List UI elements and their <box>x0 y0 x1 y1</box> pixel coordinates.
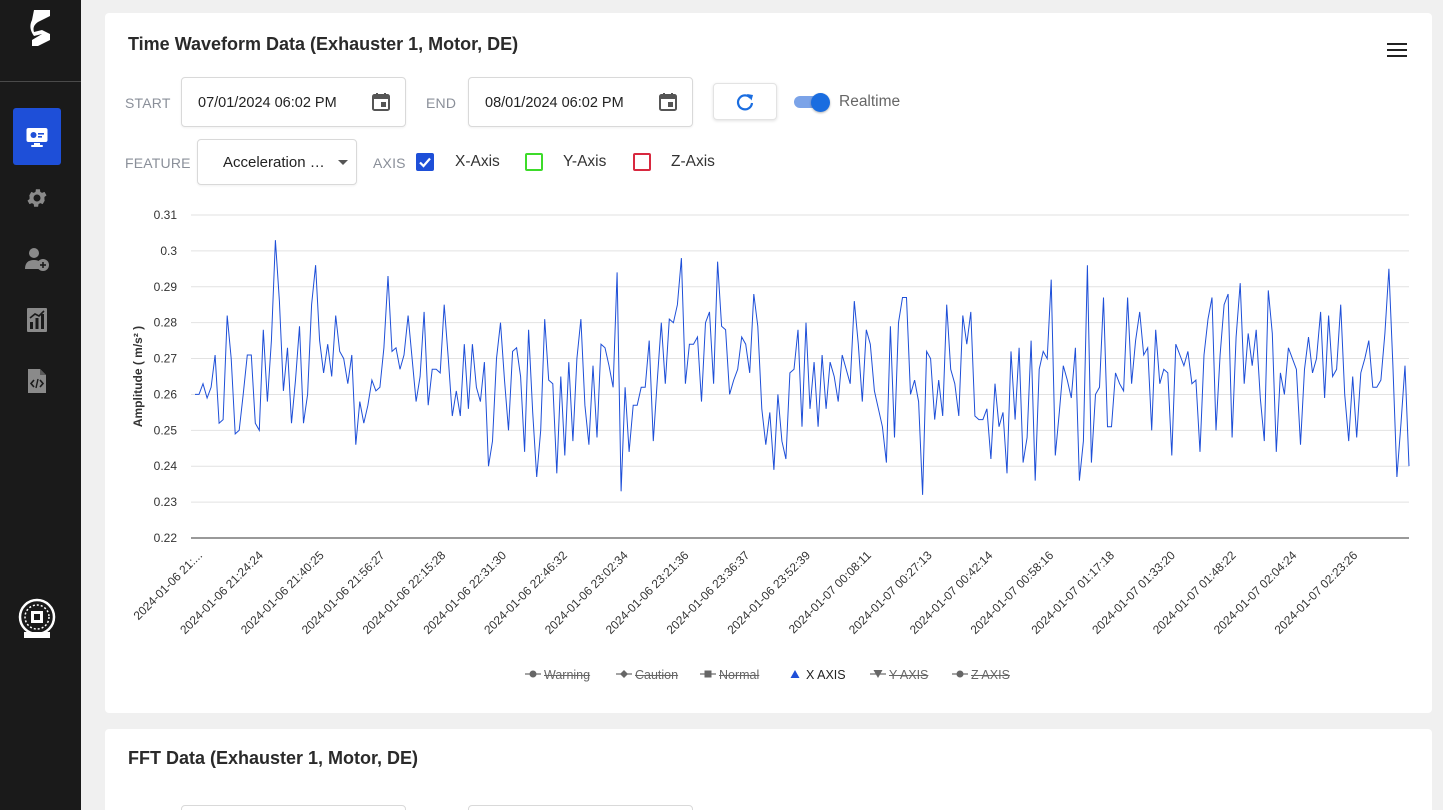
y-tick-label: 0.23 <box>154 495 178 509</box>
feature-select-value: Acceleration (m/s²) <box>223 154 328 171</box>
legend-item-caution[interactable]: Caution <box>616 667 678 682</box>
y-tick-label: 0.3 <box>160 244 177 258</box>
chevron-down-icon <box>338 160 348 165</box>
z-axis-checkbox[interactable] <box>633 153 651 171</box>
refresh-button[interactable] <box>713 83 777 120</box>
sidebar-item-reports[interactable] <box>13 291 61 348</box>
x-axis-label[interactable]: X-Axis <box>455 153 500 171</box>
end-date-field[interactable]: 08/01/2024 06:02 PM <box>468 77 693 127</box>
waveform-chart: 0.22 0.23 0.24 0.25 0.26 0.27 0.28 0.29 0.3 0.31 A… <box>131 208 1410 637</box>
chart-menu-icon[interactable] <box>1387 43 1407 57</box>
fft-card: FFT Data (Exhauster 1, Motor, DE) <box>105 729 1432 810</box>
y-tick-label: 0.31 <box>154 208 178 222</box>
realtime-toggle[interactable] <box>794 93 832 112</box>
refresh-icon <box>736 93 754 110</box>
check-icon <box>419 157 431 168</box>
legend-label: Warning <box>544 668 591 682</box>
y-axis-label[interactable]: Y-Axis <box>563 153 606 171</box>
waveform-title: Time Waveform Data (Exhauster 1, Motor, … <box>128 34 519 54</box>
start-label: START <box>125 95 171 111</box>
legend-item-normal[interactable]: Normal <box>700 667 759 682</box>
y-tick-label: 0.25 <box>154 423 178 437</box>
legend-item-x-axis[interactable]: X AXIS <box>787 667 846 682</box>
y-tick-label: 0.29 <box>154 280 178 294</box>
y-tick-label: 0.22 <box>154 531 178 545</box>
y-tick-label: 0.27 <box>154 352 178 366</box>
axis-label: AXIS <box>373 155 406 171</box>
legend-marker-icon <box>616 670 632 678</box>
sidebar <box>0 0 81 810</box>
gear-icon <box>27 188 47 207</box>
realtime-label: Realtime <box>839 93 901 110</box>
sidebar-item-add-user[interactable] <box>13 230 61 287</box>
legend-marker-icon <box>952 670 968 678</box>
fft-end-date-field[interactable] <box>468 805 693 810</box>
end-label: END <box>426 95 457 111</box>
legend-label: Z AXIS <box>971 668 1010 682</box>
feature-select[interactable]: Acceleration (m/s²) <box>197 139 357 185</box>
app-logo-icon[interactable] <box>24 8 56 48</box>
legend-item-warning[interactable]: Warning <box>525 667 590 682</box>
legend-item-y-axis[interactable]: Y AXIS <box>870 667 928 682</box>
legend-marker-icon <box>790 670 800 678</box>
fft-start-date-field[interactable] <box>181 805 406 810</box>
end-date-value: 08/01/2024 06:02 PM <box>485 95 624 111</box>
y-axis-checkbox[interactable] <box>525 153 543 171</box>
report-chart-icon <box>27 307 47 332</box>
sidebar-item-monitor[interactable] <box>13 108 61 165</box>
monitor-icon <box>26 127 48 147</box>
legend-marker-icon <box>525 670 541 678</box>
legend-marker-icon <box>870 670 886 678</box>
waveform-card: Time Waveform Data (Exhauster 1, Motor, … <box>105 13 1432 713</box>
legend-label: Caution <box>635 668 679 682</box>
start-date-field[interactable]: 07/01/2024 06:02 PM <box>181 77 406 127</box>
legend-label: Normal <box>719 668 760 682</box>
fft-title: FFT Data (Exhauster 1, Motor, DE) <box>128 748 419 768</box>
legend-item-z-axis[interactable]: Z AXIS <box>952 667 1010 682</box>
sidebar-item-settings[interactable] <box>13 169 61 226</box>
legend-marker-icon <box>700 670 716 678</box>
calendar-icon[interactable] <box>371 92 391 112</box>
feature-label: FEATURE <box>125 155 191 171</box>
calendar-icon[interactable] <box>658 92 678 112</box>
legend-label: Y AXIS <box>889 668 929 682</box>
y-tick-label: 0.26 <box>154 387 178 401</box>
x-axis-checkbox[interactable] <box>416 153 434 171</box>
legend-label: X AXIS <box>806 668 846 682</box>
y-axis-title: Amplitude ( m/s² ) <box>131 326 145 427</box>
sidebar-item-code[interactable] <box>13 352 61 409</box>
add-user-icon <box>25 247 49 271</box>
x-axis-series-line <box>195 240 1410 495</box>
sidebar-divider <box>0 81 81 82</box>
y-tick-label: 0.28 <box>154 316 178 330</box>
start-date-value: 07/01/2024 06:02 PM <box>198 95 337 111</box>
z-axis-label[interactable]: Z-Axis <box>671 153 715 171</box>
code-file-icon <box>28 368 46 393</box>
institute-emblem-icon <box>18 598 56 638</box>
y-tick-label: 0.24 <box>154 459 178 473</box>
